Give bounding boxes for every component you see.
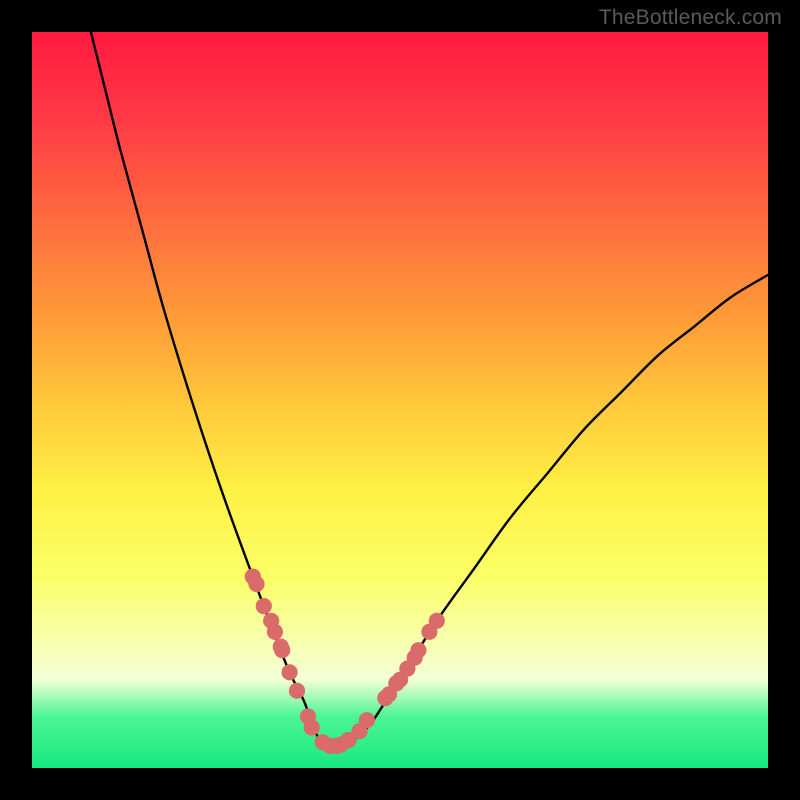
plot-area (32, 32, 768, 768)
data-point (410, 642, 426, 658)
data-point (274, 642, 290, 658)
chart-frame: TheBottleneck.com (0, 0, 800, 800)
data-point (359, 712, 375, 728)
data-point (267, 624, 283, 640)
data-point (429, 613, 445, 629)
data-point (304, 719, 320, 735)
data-point (289, 683, 305, 699)
marker-group (245, 569, 445, 755)
data-point (256, 598, 272, 614)
data-point (282, 664, 298, 680)
chart-svg (32, 32, 768, 768)
watermark-text: TheBottleneck.com (599, 6, 782, 30)
data-point (248, 576, 264, 592)
